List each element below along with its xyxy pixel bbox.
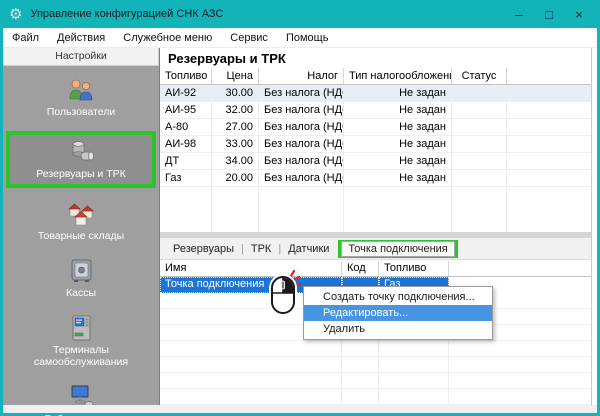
cell-price: 27.00 bbox=[212, 119, 259, 135]
safe-icon bbox=[66, 258, 96, 284]
cell-fuel: ДТ bbox=[160, 153, 212, 169]
fuel-table-header: Топливо Цена Налог Тип налогообложения С… bbox=[160, 68, 591, 85]
cell-tax-type: Не задан bbox=[344, 85, 452, 101]
cell-price: 30.00 bbox=[212, 85, 259, 101]
cell-price: 32.00 bbox=[212, 102, 259, 118]
warehouse-icon bbox=[66, 201, 96, 227]
menu-service[interactable]: Сервис bbox=[221, 30, 277, 46]
col-header-fuel[interactable]: Топливо bbox=[379, 261, 449, 276]
table-row[interactable]: ДТ 34.00 Без налога (НДС) Не задан bbox=[160, 153, 591, 170]
sidebar-header: Настройки bbox=[3, 48, 159, 66]
sidebar-item-label: Кассы bbox=[66, 287, 96, 299]
tanks-icon bbox=[66, 139, 96, 165]
menu-file[interactable]: Файл bbox=[3, 30, 48, 46]
maximize-button[interactable]: □ bbox=[534, 7, 564, 22]
sidebar-item-label: Терминалы самообслуживания bbox=[8, 344, 154, 368]
cell-tax-type: Не задан bbox=[344, 170, 452, 186]
cell-fuel: АИ-98 bbox=[160, 136, 212, 152]
fuel-table-empty-area bbox=[160, 187, 591, 232]
right-click-mouse-icon bbox=[265, 270, 303, 318]
annotation-box-tab: Точка подключения bbox=[338, 240, 457, 258]
col-header-name[interactable]: Имя bbox=[160, 261, 342, 276]
connection-table-header: Имя Код Топливо bbox=[160, 261, 591, 277]
menu-item-edit[interactable]: Редактировать... bbox=[304, 305, 492, 321]
col-header-tax[interactable]: Налог bbox=[259, 68, 344, 84]
menu-item-delete[interactable]: Удалить bbox=[304, 321, 492, 337]
cell-tax-type: Не задан bbox=[344, 153, 452, 169]
col-header-fuel[interactable]: Топливо bbox=[160, 68, 212, 84]
cell-status bbox=[452, 85, 507, 101]
tab-connection-point[interactable]: Точка подключения bbox=[341, 241, 454, 257]
sidebar-item-users[interactable]: Пользователи bbox=[6, 72, 156, 123]
window-bottom-strip bbox=[3, 405, 597, 413]
sidebar-item-label: Товарные склады bbox=[38, 230, 124, 242]
sidebar-item-label: Пользователи bbox=[47, 106, 116, 118]
users-icon bbox=[66, 77, 96, 103]
fuel-table: Топливо Цена Налог Тип налогообложения С… bbox=[160, 68, 591, 232]
cell-price: 20.00 bbox=[212, 170, 259, 186]
menu-help[interactable]: Помощь bbox=[277, 30, 338, 46]
sidebar: Настройки Пользователи bbox=[3, 48, 160, 405]
cell-tax: Без налога (НДС) bbox=[259, 119, 344, 135]
cell-fuel: АИ-92 bbox=[160, 85, 212, 101]
cell-tax-type: Не задан bbox=[344, 136, 452, 152]
cell-price: 34.00 bbox=[212, 153, 259, 169]
app-gear-icon: ⚙ bbox=[9, 7, 22, 22]
panel-right-border bbox=[591, 48, 592, 405]
context-menu: Создать точку подключения... Редактирова… bbox=[303, 286, 493, 340]
minimize-button[interactable]: – bbox=[504, 7, 534, 22]
col-header-status[interactable]: Статус bbox=[452, 68, 507, 84]
table-row[interactable]: АИ-92 30.00 Без налога (НДС) Не задан bbox=[160, 85, 591, 102]
sidebar-item-warehouses[interactable]: Товарные склады bbox=[6, 196, 156, 247]
tab-reservoirs[interactable]: Резервуары bbox=[166, 242, 241, 256]
cell-status bbox=[452, 170, 507, 186]
cell-tax: Без налога (НДС) bbox=[259, 170, 344, 186]
col-header-price[interactable]: Цена bbox=[212, 68, 259, 84]
cell-tax: Без налога (НДС) bbox=[259, 153, 344, 169]
table-row[interactable]: АИ-95 32.00 Без налога (НДС) Не задан bbox=[160, 102, 591, 119]
cell-fuel: А-80 bbox=[160, 119, 212, 135]
sidebar-item-label: Резервуары и ТРК bbox=[36, 168, 125, 180]
page-title: Резервуары и ТРК bbox=[160, 48, 597, 68]
cell-tax-type: Не задан bbox=[344, 119, 452, 135]
cell-fuel: АИ-95 bbox=[160, 102, 212, 118]
main-panel: Резервуары и ТРК Топливо Цена Налог Тип … bbox=[160, 48, 597, 405]
table-row[interactable]: Газ 20.00 Без налога (НДС) Не задан bbox=[160, 170, 591, 187]
cell-tax: Без налога (НДС) bbox=[259, 102, 344, 118]
cell-tax-type: Не задан bbox=[344, 102, 452, 118]
sidebar-item-cash-registers[interactable]: Кассы bbox=[6, 253, 156, 304]
detail-tabs: Резервуары | ТРК | Датчики Точка подключ… bbox=[160, 238, 591, 260]
cell-status bbox=[452, 153, 507, 169]
cell-price: 33.00 bbox=[212, 136, 259, 152]
window-title: Управление конфигурацией СНК АЗС bbox=[30, 8, 223, 20]
tab-sensors[interactable]: Датчики bbox=[281, 242, 336, 256]
content-area: Настройки Пользователи bbox=[3, 48, 597, 405]
table-row[interactable]: АИ-98 33.00 Без налога (НДС) Не задан bbox=[160, 136, 591, 153]
sidebar-item-tanks[interactable]: Резервуары и ТРК bbox=[6, 131, 156, 188]
terminal-icon bbox=[66, 315, 96, 341]
cell-status bbox=[452, 136, 507, 152]
table-row[interactable]: А-80 27.00 Без налога (НДС) Не задан bbox=[160, 119, 591, 136]
cell-fuel: Газ bbox=[160, 170, 212, 186]
cell-status bbox=[452, 119, 507, 135]
cell-tax: Без налога (НДС) bbox=[259, 136, 344, 152]
cell-tax: Без налога (НДС) bbox=[259, 85, 344, 101]
cell-status bbox=[452, 102, 507, 118]
menu-bar: Файл Действия Служебное меню Сервис Помо… bbox=[3, 28, 597, 48]
menu-actions[interactable]: Действия bbox=[48, 30, 114, 46]
sidebar-item-self-service-terminals[interactable]: Терминалы самообслуживания bbox=[6, 310, 156, 373]
menu-service-menu[interactable]: Служебное меню bbox=[114, 30, 221, 46]
menu-item-create-connection-point[interactable]: Создать точку подключения... bbox=[304, 289, 492, 305]
tab-trk[interactable]: ТРК bbox=[244, 242, 278, 256]
app-window: ⚙ Управление конфигурацией СНК АЗС – □ ×… bbox=[0, 0, 600, 416]
title-bar: ⚙ Управление конфигурацией СНК АЗС – □ × bbox=[0, 0, 600, 28]
close-button[interactable]: × bbox=[564, 7, 594, 22]
col-header-code[interactable]: Код bbox=[342, 261, 379, 276]
col-header-tax-type[interactable]: Тип налогообложения bbox=[344, 68, 452, 84]
